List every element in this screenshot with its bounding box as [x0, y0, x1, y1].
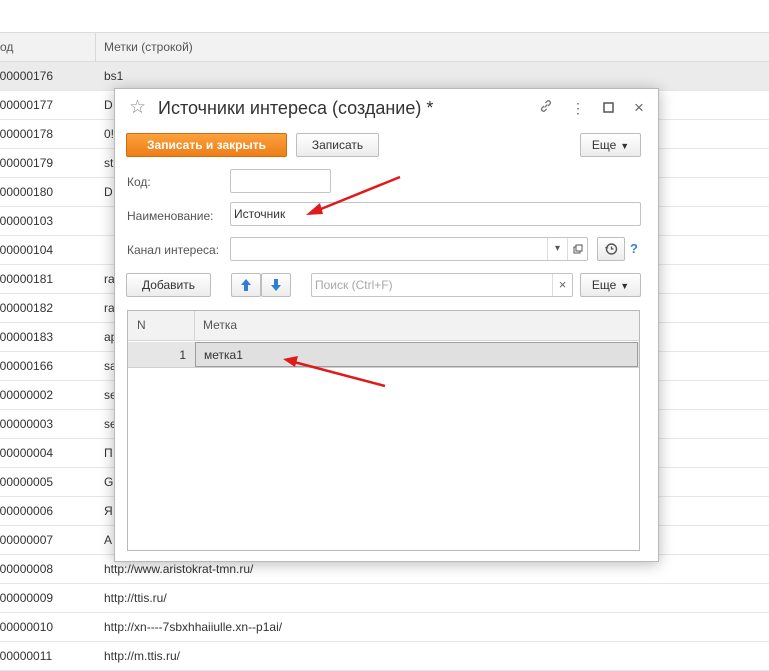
row-tags: 0!: [104, 127, 115, 141]
table-more-button[interactable]: Еще ▼: [580, 273, 641, 297]
column-header-n[interactable]: N: [137, 318, 146, 332]
open-icon[interactable]: [567, 238, 587, 260]
history-button[interactable]: [597, 237, 625, 261]
row-code: 000000007: [0, 533, 54, 547]
name-field[interactable]: Источник: [230, 202, 641, 226]
column-separator: [95, 33, 96, 62]
table-row[interactable]: 000000010 http://xn----7sbxhhaiiulle.xn--…: [0, 613, 769, 642]
dialog-title: Источники интереса (создание) *: [158, 98, 434, 118]
row-code: 000000003: [0, 417, 54, 431]
table-more-label: Еще: [591, 278, 617, 292]
row-code: 000000006: [0, 504, 54, 518]
row-code: 000000176: [0, 69, 54, 83]
name-label: Наименование:: [127, 209, 214, 223]
tags-table: N Метка 1 метка1: [127, 310, 640, 551]
chevron-down-icon: ▼: [620, 141, 630, 151]
row-code: 000000004: [0, 446, 54, 460]
row-tags: D: [104, 98, 113, 112]
link-icon[interactable]: [537, 99, 555, 117]
row-code: 000000179: [0, 156, 54, 170]
row-code: 000000182: [0, 301, 54, 315]
code-label: Код:: [127, 175, 151, 189]
channel-field[interactable]: ▾: [230, 237, 588, 261]
help-icon[interactable]: ?: [630, 241, 638, 256]
table-row[interactable]: 000000176 bs1: [0, 62, 769, 91]
maximize-icon[interactable]: [599, 99, 617, 117]
search-placeholder: Поиск (Ctrl+F): [315, 278, 393, 292]
add-button[interactable]: Добавить: [126, 273, 211, 297]
row-code: 000000177: [0, 98, 54, 112]
list-header: Код Метки (строкой): [0, 32, 769, 62]
row-code: 000000010: [0, 620, 54, 634]
row-tags: st: [104, 156, 114, 170]
history-icon: [605, 243, 618, 255]
more-button-label: Еще: [591, 138, 617, 152]
column-header-tag[interactable]: Метка: [203, 318, 237, 332]
row-tag-cell[interactable]: метка1: [195, 342, 638, 367]
row-tags: Я: [104, 504, 113, 518]
chevron-down-icon: ▼: [620, 281, 630, 291]
column-header-code[interactable]: Код: [0, 40, 13, 54]
more-vertical-icon[interactable]: ⋮: [569, 99, 587, 117]
row-code: 000000011: [0, 649, 53, 663]
clear-icon[interactable]: ×: [552, 274, 572, 296]
close-icon[interactable]: ×: [630, 99, 648, 117]
move-up-button[interactable]: [231, 273, 261, 297]
table-row[interactable]: 000000011 http://m.ttis.ru/: [0, 642, 769, 671]
arrow-up-icon: [241, 279, 251, 291]
dropdown-icon[interactable]: ▾: [547, 238, 567, 260]
row-code: 000000103: [0, 214, 54, 228]
row-tags: bs1: [104, 69, 124, 83]
row-code: 000000166: [0, 359, 54, 373]
row-code: 000000009: [0, 591, 54, 605]
table-row[interactable]: 000000009 http://ttis.ru/: [0, 584, 769, 613]
column-separator: [194, 311, 195, 341]
more-button[interactable]: Еще ▼: [580, 133, 641, 157]
row-code: 000000005: [0, 475, 54, 489]
table-row[interactable]: 1 метка1: [128, 342, 639, 368]
column-header-tags[interactable]: Метки (строкой): [104, 40, 193, 54]
table-header: N Метка: [128, 311, 639, 341]
row-tags: http://ttis.ru/: [104, 591, 167, 605]
move-down-button[interactable]: [261, 273, 291, 297]
row-code: 000000002: [0, 388, 54, 402]
star-icon[interactable]: ☆: [129, 98, 146, 118]
row-tags: http://www.aristokrat-tmn.ru/: [104, 562, 254, 576]
save-button[interactable]: Записать: [296, 133, 379, 157]
dialog-create-interest-source: ☆ Источники интереса (создание) * ⋮ × За…: [114, 88, 659, 562]
search-input[interactable]: Поиск (Ctrl+F) ×: [311, 273, 573, 297]
row-code: 000000181: [0, 272, 54, 286]
row-code: 000000008: [0, 562, 54, 576]
arrow-down-icon: [271, 279, 281, 291]
row-number: 1: [179, 348, 186, 362]
row-tags: П: [104, 446, 113, 460]
save-and-close-button[interactable]: Записать и закрыть: [126, 133, 287, 157]
row-tags: http://xn----7sbxhhaiiulle.xn--p1ai/: [104, 620, 283, 634]
row-tags: А: [104, 533, 113, 547]
row-code: 000000180: [0, 185, 54, 199]
dialog-title-bar: ☆ Источники интереса (создание) * ⋮ ×: [115, 89, 658, 129]
channel-label: Канал интереса:: [127, 243, 220, 257]
row-tags: http://m.ttis.ru/: [104, 649, 181, 663]
row-code: 000000104: [0, 243, 54, 257]
row-tags: D: [104, 185, 113, 199]
row-code: 000000183: [0, 330, 54, 344]
row-tags: G: [104, 475, 114, 489]
code-field[interactable]: [230, 169, 331, 193]
row-code: 000000178: [0, 127, 54, 141]
